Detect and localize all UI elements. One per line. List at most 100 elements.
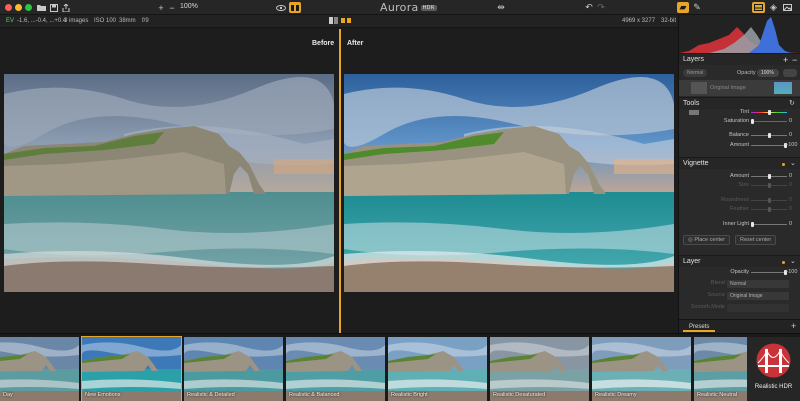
balance-knob[interactable] — [768, 133, 771, 138]
preset-thumb[interactable]: Realistic Desaturated — [490, 337, 589, 401]
image-info-bar: EV -1.6, ...-0.4, ...+0.4 3 images ISO 1… — [0, 15, 678, 28]
zoom-level[interactable]: 100% — [180, 3, 198, 10]
chevron-down-icon[interactable]: ⌄ — [790, 159, 796, 167]
vignette-amount-slider[interactable] — [751, 174, 787, 179]
add-layer-icon[interactable]: + — [783, 55, 788, 65]
preset-name: Realistic Desaturated — [493, 392, 546, 398]
amount-row[interactable]: Amount +100 — [679, 141, 800, 151]
layer-blend-select[interactable]: Normal — [727, 280, 789, 288]
preset-thumb[interactable]: Realistic Bright — [388, 337, 487, 401]
layers-stack-icon[interactable]: ◈ — [768, 2, 779, 13]
realistic-hdr-tile[interactable]: Realistic HDR — [747, 337, 800, 401]
layer-header[interactable]: Layer ⌄ — [679, 255, 800, 267]
vignette-size-row: Size 0 — [679, 181, 800, 191]
layer-source-row[interactable]: Source Original Image — [679, 291, 800, 301]
balance-value: 0 — [789, 132, 793, 138]
inner-light-knob[interactable] — [751, 222, 754, 227]
saturation-knob[interactable] — [751, 119, 754, 124]
inner-light-slider[interactable] — [751, 222, 787, 227]
panel-layout-button[interactable] — [752, 2, 765, 13]
flip-compare-icon[interactable]: ⇹ — [496, 2, 506, 13]
app-badge: HDR — [420, 5, 437, 11]
vignette-roundness-value: 0 — [789, 197, 793, 203]
layer-section-opacity-label: Opacity — [730, 269, 749, 275]
compare-view-button[interactable] — [289, 2, 301, 13]
presets-folder-button[interactable]: ▰ — [677, 2, 689, 13]
close-window-button[interactable] — [5, 4, 12, 11]
amount-slider[interactable] — [751, 143, 787, 148]
ev-label: EV — [6, 18, 15, 24]
tint-label: Tint — [740, 109, 749, 115]
layers-header[interactable]: Layers + − — [679, 53, 800, 65]
saturation-slider[interactable] — [751, 119, 787, 124]
vignette-amount-knob[interactable] — [768, 174, 771, 179]
preset-thumb[interactable]: Day — [0, 337, 79, 401]
preset-thumb[interactable]: Realistic & Detailed — [184, 337, 283, 401]
layer-menu-icon[interactable] — [783, 69, 797, 77]
remove-layer-icon[interactable]: − — [792, 55, 797, 65]
preset-name: Realistic & Detailed — [187, 392, 235, 398]
tint-knob[interactable] — [768, 110, 771, 115]
reset-center-button[interactable]: Reset center — [735, 235, 777, 245]
zoom-in-icon[interactable]: + — [157, 2, 165, 13]
preset-thumb[interactable]: Realistic & Balanced — [286, 337, 385, 401]
balance-row[interactable]: Balance 0 — [679, 131, 800, 141]
layer-active-dot — [782, 261, 785, 264]
layer-opacity-row[interactable]: Opacity +100 — [679, 268, 800, 278]
layer-opacity-select[interactable]: 100% — [757, 69, 779, 77]
preset-thumb[interactable]: New Emotions — [81, 336, 182, 401]
amount-value: +100 — [785, 142, 798, 148]
histogram — [679, 15, 800, 53]
layer-opacity-slider[interactable] — [751, 270, 787, 275]
chevron-down-icon[interactable]: ⌄ — [790, 257, 796, 265]
maximize-window-button[interactable] — [25, 4, 32, 11]
before-after-divider[interactable] — [339, 29, 341, 333]
layer-smooth-label: Smooth.Mode — [690, 304, 725, 310]
split-view-icon[interactable] — [329, 17, 338, 26]
vignette-size-label: Size — [738, 182, 749, 188]
brush-icon[interactable]: ✎ — [692, 2, 702, 13]
place-center-button[interactable]: ◎ Place center — [683, 235, 730, 245]
save-icon[interactable] — [49, 2, 59, 13]
minimize-window-button[interactable] — [15, 4, 22, 11]
add-preset-icon[interactable]: + — [791, 321, 796, 331]
vignette-feather-knob — [768, 207, 771, 212]
eye-icon[interactable] — [275, 2, 287, 13]
layer-blend-row[interactable]: Blend Normal — [679, 279, 800, 289]
after-image — [344, 74, 674, 292]
reset-tools-icon[interactable]: ↻ — [789, 99, 795, 107]
image-canvas[interactable]: Before After — [0, 29, 678, 333]
redo-icon[interactable]: ↷ — [596, 2, 606, 13]
preset-thumb[interactable]: Realistic Dreamy — [592, 337, 691, 401]
layer-source-select[interactable]: Original Image — [727, 292, 789, 300]
balance-slider[interactable] — [751, 133, 787, 138]
layer-blend-label: Blend — [710, 280, 725, 286]
layer-row-original[interactable]: Original Image — [679, 80, 800, 96]
color-swatch — [689, 110, 699, 115]
presets-tab[interactable]: Presets — [683, 322, 716, 332]
ev-values: -1.6, ...-0.4, ...+0.4 — [17, 18, 67, 24]
iso-value: ISO 100 — [94, 18, 117, 24]
layer-source-label: Source — [707, 292, 725, 298]
undo-icon[interactable]: ↶ — [584, 2, 594, 13]
presets-strip: Day New Emotions Realistic & Detailed Reali… — [0, 333, 800, 401]
vignette-feather-value: 0 — [789, 206, 793, 212]
share-icon[interactable] — [61, 2, 71, 13]
side-by-side-icon[interactable] — [341, 17, 351, 26]
vignette-title: Vignette — [683, 160, 709, 167]
target-icon: ◎ — [688, 237, 693, 243]
before-label: Before — [312, 40, 335, 47]
tint-slider[interactable] — [751, 110, 787, 115]
right-panel: Layers + − Normal Opacity 100% Original … — [678, 15, 800, 333]
open-folder-icon[interactable] — [36, 2, 46, 13]
zoom-out-icon[interactable]: − — [168, 2, 176, 13]
image-dimensions: 4969 x 3277 — [622, 18, 656, 24]
vignette-roundness-slider — [751, 198, 787, 203]
vignette-header[interactable]: Vignette ⌄ — [679, 157, 800, 169]
saturation-row[interactable]: Saturation 0 — [679, 117, 800, 127]
image-icon[interactable] — [782, 2, 793, 13]
blend-mode-select[interactable]: Normal — [683, 69, 707, 77]
inner-light-row[interactable]: Inner Light 0 — [679, 220, 800, 230]
before-image — [4, 74, 334, 292]
golden-gate-icon — [756, 343, 791, 378]
